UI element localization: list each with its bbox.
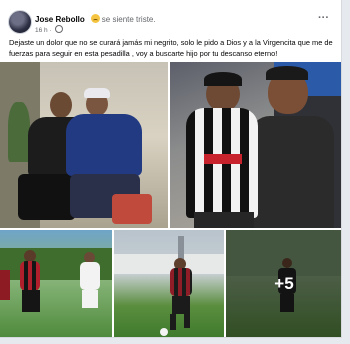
globe-icon — [55, 25, 64, 33]
post-header: Jose Rebollo se siente triste. 16 h · ··· — [8, 8, 333, 36]
feeling-text: se siente triste. — [101, 15, 156, 24]
author-name[interactable]: Jose Rebollo — [35, 15, 85, 24]
avatar[interactable] — [8, 10, 32, 34]
post-text: Dejaste un dolor que no se curará jamás … — [9, 38, 333, 58]
more-photos-count[interactable]: +5 — [274, 274, 293, 294]
author-line: Jose Rebollo se siente triste. — [35, 14, 156, 24]
photo-5[interactable]: +5 — [226, 230, 341, 337]
photo-4[interactable] — [114, 230, 224, 337]
post-time[interactable]: 16 h — [35, 27, 48, 34]
photo-gallery: +5 — [0, 62, 341, 337]
post-meta: 16 h · — [35, 25, 64, 34]
photo-2[interactable] — [170, 62, 341, 228]
photo-1[interactable] — [0, 62, 168, 228]
sad-face-icon — [90, 14, 100, 23]
more-options-icon[interactable]: ··· — [318, 12, 329, 24]
photo-3[interactable] — [0, 230, 112, 337]
post-card: Jose Rebollo se siente triste. 16 h · ···… — [0, 0, 342, 338]
more-photos-overlay[interactable]: +5 — [226, 230, 341, 337]
